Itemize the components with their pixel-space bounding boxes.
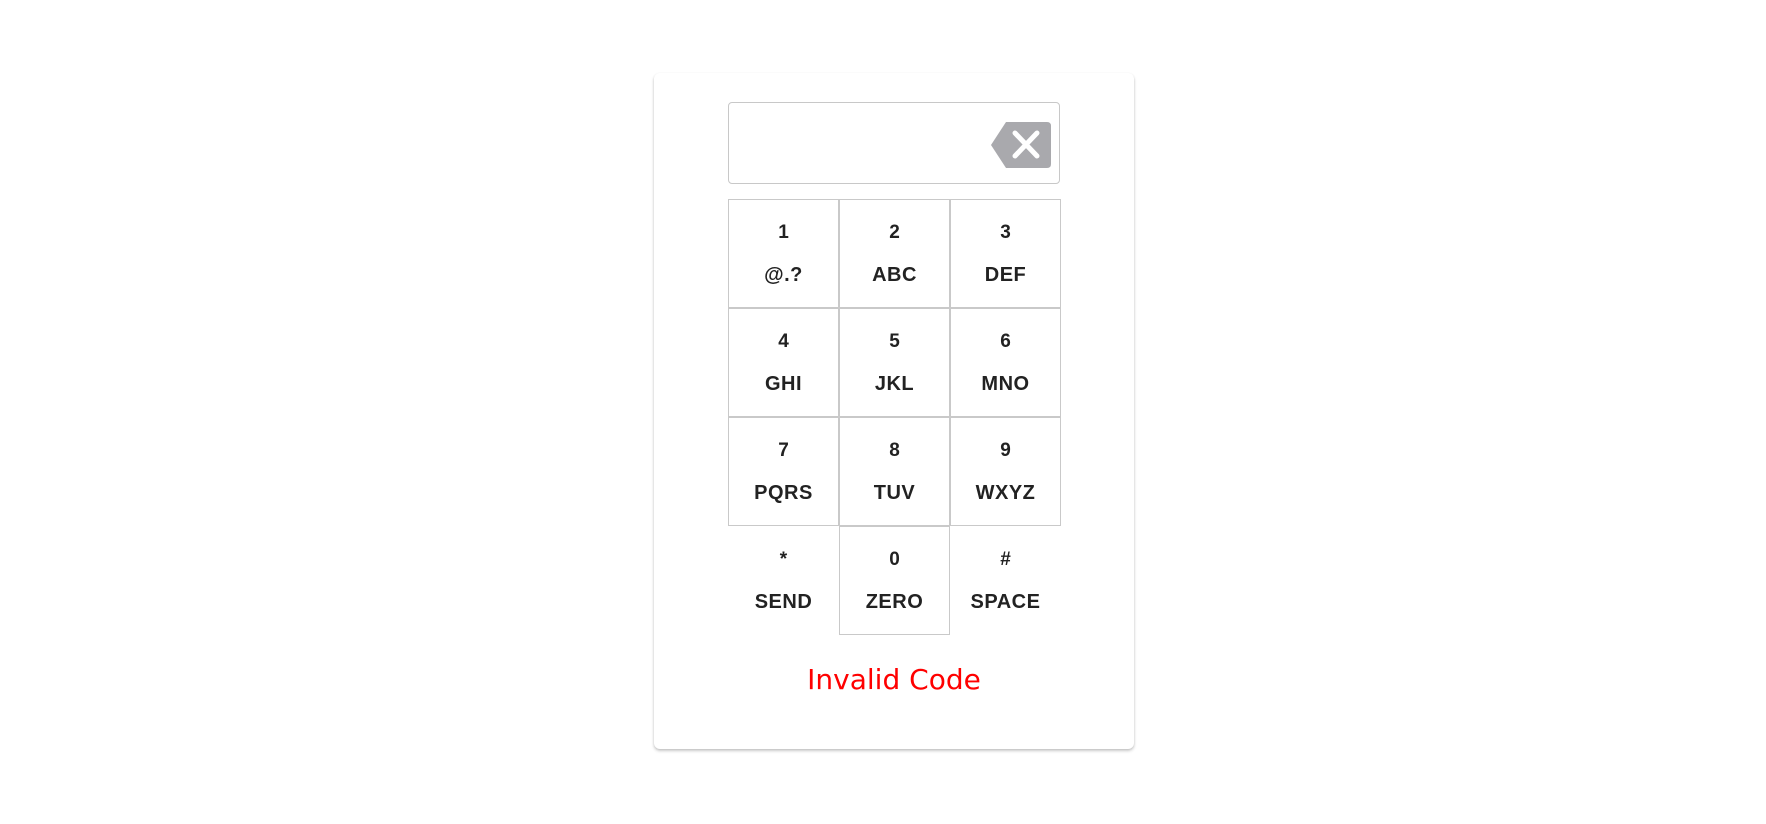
key-letters: JKL [874, 373, 915, 395]
key-letters: MNO [981, 373, 1030, 395]
key-number: 5 [889, 331, 900, 352]
key-4[interactable]: 4 GHI [728, 308, 839, 417]
key-number: 2 [889, 222, 900, 243]
key-1[interactable]: 1 @.? [728, 199, 839, 308]
key-5[interactable]: 5 JKL [839, 308, 950, 417]
key-letters: DEF [984, 264, 1027, 286]
key-0[interactable]: 0 ZERO [839, 526, 950, 635]
key-number: 1 [778, 222, 789, 243]
key-6[interactable]: 6 MNO [950, 308, 1061, 417]
key-letters: TUV [873, 482, 916, 504]
key-number: 9 [1000, 440, 1011, 461]
key-number: 0 [889, 549, 900, 570]
key-number: 3 [1000, 222, 1011, 243]
key-number: 8 [889, 440, 900, 461]
status-message: Invalid Code [807, 663, 981, 696]
key-number: # [1000, 549, 1011, 570]
key-7[interactable]: 7 PQRS [728, 417, 839, 526]
key-letters: ZERO [865, 591, 924, 613]
key-letters: SPACE [970, 591, 1041, 613]
key-letters: SEND [754, 591, 813, 613]
keypad-card: 1 @.? 2 ABC 3 DEF 4 GHI 5 JKL 6 MNO 7 PQ… [654, 73, 1134, 749]
key-number: 4 [778, 331, 789, 352]
key-number: 7 [778, 440, 789, 461]
key-8[interactable]: 8 TUV [839, 417, 950, 526]
key-2[interactable]: 2 ABC [839, 199, 950, 308]
key-9[interactable]: 9 WXYZ [950, 417, 1061, 526]
backspace-clear-icon[interactable] [991, 122, 1051, 168]
key-number: * [779, 549, 788, 570]
key-letters: @.? [764, 264, 803, 286]
key-letters: WXYZ [975, 482, 1036, 504]
code-display-field[interactable] [728, 102, 1060, 184]
key-hash-space[interactable]: # SPACE [950, 526, 1061, 635]
key-letters: PQRS [754, 482, 813, 504]
key-letters: GHI [764, 373, 803, 395]
key-letters: ABC [872, 264, 917, 286]
key-star-send[interactable]: * SEND [728, 526, 839, 635]
key-number: 6 [1000, 331, 1011, 352]
key-3[interactable]: 3 DEF [950, 199, 1061, 308]
